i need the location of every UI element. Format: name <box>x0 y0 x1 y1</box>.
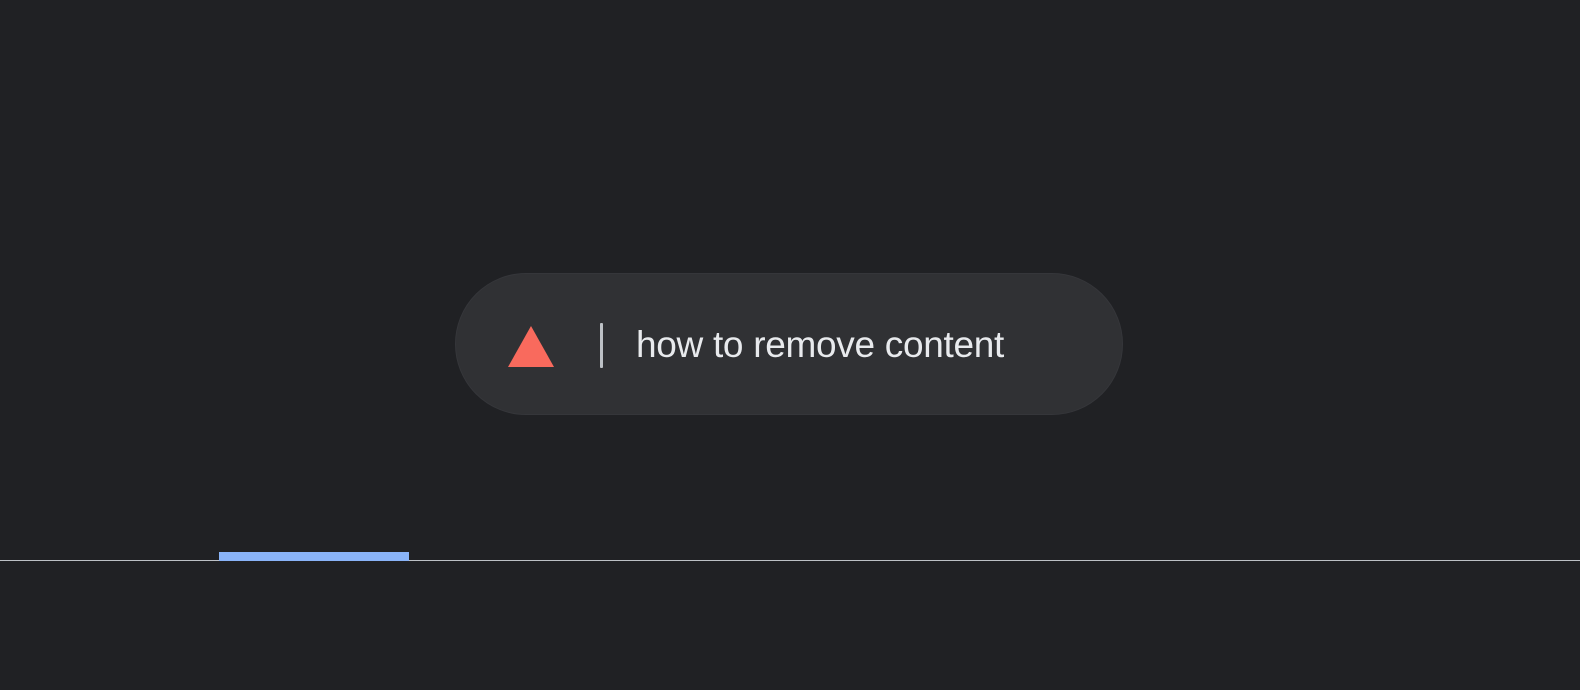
active-tab-indicator <box>219 552 409 561</box>
warning-triangle-icon <box>508 326 554 367</box>
search-box[interactable]: how to remove content <box>455 273 1123 415</box>
search-query-text: how to remove content <box>636 324 1005 365</box>
text-cursor <box>600 323 603 368</box>
